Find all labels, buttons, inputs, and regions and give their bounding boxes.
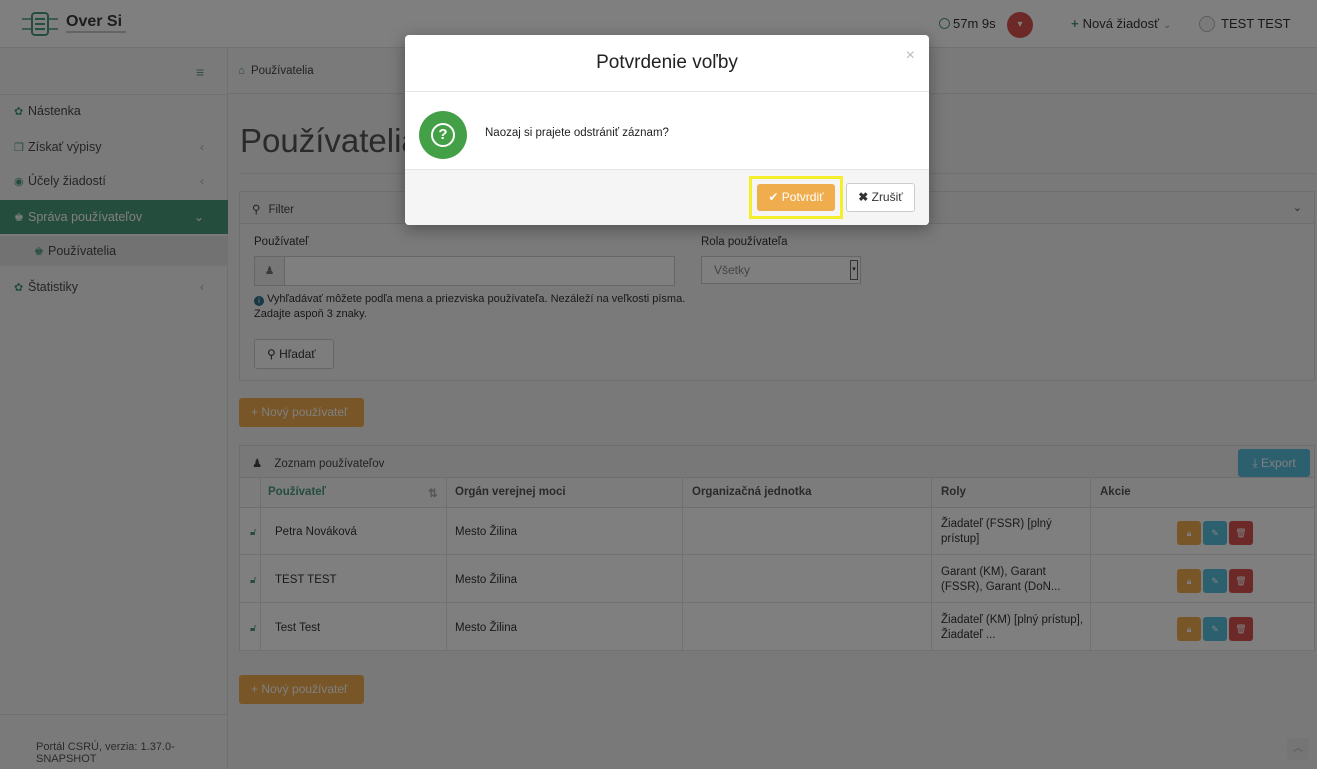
confirm-button[interactable]: ✔ Potvrdiť (757, 184, 835, 211)
close-icon: ✖ (858, 190, 872, 204)
dialog-header: Potvrdenie voľby × (405, 35, 929, 92)
confirm-button-highlight: ✔ Potvrdiť (749, 176, 843, 219)
question-icon: ? (419, 111, 467, 159)
dialog-title: Potvrdenie voľby (596, 52, 738, 73)
cancel-button-label: Zrušiť (871, 190, 903, 204)
cancel-button[interactable]: ✖ Zrušiť (846, 183, 915, 212)
check-icon: ✔ (768, 190, 782, 204)
dialog-message: Naozaj si prajete odstrániť záznam? (485, 127, 669, 139)
confirm-button-label: Potvrdiť (781, 190, 824, 204)
confirm-dialog: Potvrdenie voľby × ? Naozaj si prajete o… (405, 35, 929, 225)
dialog-footer: ✔ Potvrdiť ✖ Zrušiť (405, 169, 929, 225)
close-icon[interactable]: × (906, 47, 915, 65)
